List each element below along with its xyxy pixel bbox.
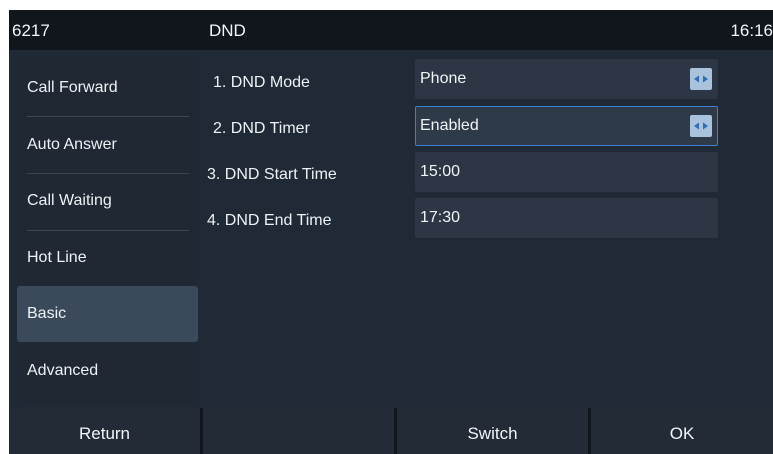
dnd-mode-selector[interactable]: Phone xyxy=(415,59,718,99)
clock: 16:16 xyxy=(730,21,773,40)
sidebar-item-label: Hot Line xyxy=(27,249,87,266)
sidebar-item-label: Call Waiting xyxy=(27,192,112,209)
dnd-start-time-value: 15:00 xyxy=(420,163,461,180)
status-bar: 6217 DND 16:16 xyxy=(9,10,773,50)
softkey-label: Switch xyxy=(467,424,518,443)
dnd-start-time-field[interactable]: 15:00 xyxy=(415,152,718,192)
ok-button[interactable]: OK xyxy=(591,408,773,454)
sidebar-item-auto-answer[interactable]: Auto Answer xyxy=(17,117,198,173)
sidebar-item-label: Basic xyxy=(27,305,67,322)
softkey-label xyxy=(203,408,394,424)
sidebar-item-call-waiting[interactable]: Call Waiting xyxy=(17,173,198,229)
left-right-arrows-icon[interactable] xyxy=(690,68,712,90)
dnd-timer-selector[interactable]: Enabled xyxy=(415,106,718,146)
phone-screen: 6217 DND 16:16 Call Forward Auto Answer … xyxy=(9,10,773,454)
sidebar-item-hot-line[interactable]: Hot Line xyxy=(17,230,198,286)
dnd-timer-label: 2. DND Timer xyxy=(213,120,310,137)
dnd-end-time-label: 4. DND End Time xyxy=(207,212,332,229)
return-button[interactable]: Return xyxy=(9,408,200,454)
dnd-timer-value: Enabled xyxy=(420,117,479,134)
softkey-empty[interactable] xyxy=(203,408,394,454)
switch-button[interactable]: Switch xyxy=(397,408,588,454)
sidebar-item-basic[interactable]: Basic xyxy=(17,286,198,342)
dnd-end-time-value: 17:30 xyxy=(420,209,461,226)
page-title: DND xyxy=(209,21,246,40)
dnd-mode-label: 1. DND Mode xyxy=(213,74,310,91)
sidebar-item-call-forward[interactable]: Call Forward xyxy=(17,60,198,116)
softkey-bar: Return Switch OK xyxy=(9,408,773,454)
left-right-arrows-icon[interactable] xyxy=(690,115,712,137)
sidebar-item-label: Auto Answer xyxy=(27,136,117,153)
sidebar-item-label: Call Forward xyxy=(27,79,118,96)
sidebar-item-advanced[interactable]: Advanced xyxy=(17,343,198,399)
sidebar-menu: Call Forward Auto Answer Call Waiting Ho… xyxy=(17,58,198,404)
dnd-end-time-field[interactable]: 17:30 xyxy=(415,198,718,238)
dnd-mode-value: Phone xyxy=(420,70,467,87)
extension-number: 6217 xyxy=(12,21,50,40)
softkey-label: OK xyxy=(669,424,695,443)
softkey-label: Return xyxy=(78,424,131,443)
dnd-start-time-label: 3. DND Start Time xyxy=(207,166,337,183)
sidebar-item-label: Advanced xyxy=(27,362,99,379)
